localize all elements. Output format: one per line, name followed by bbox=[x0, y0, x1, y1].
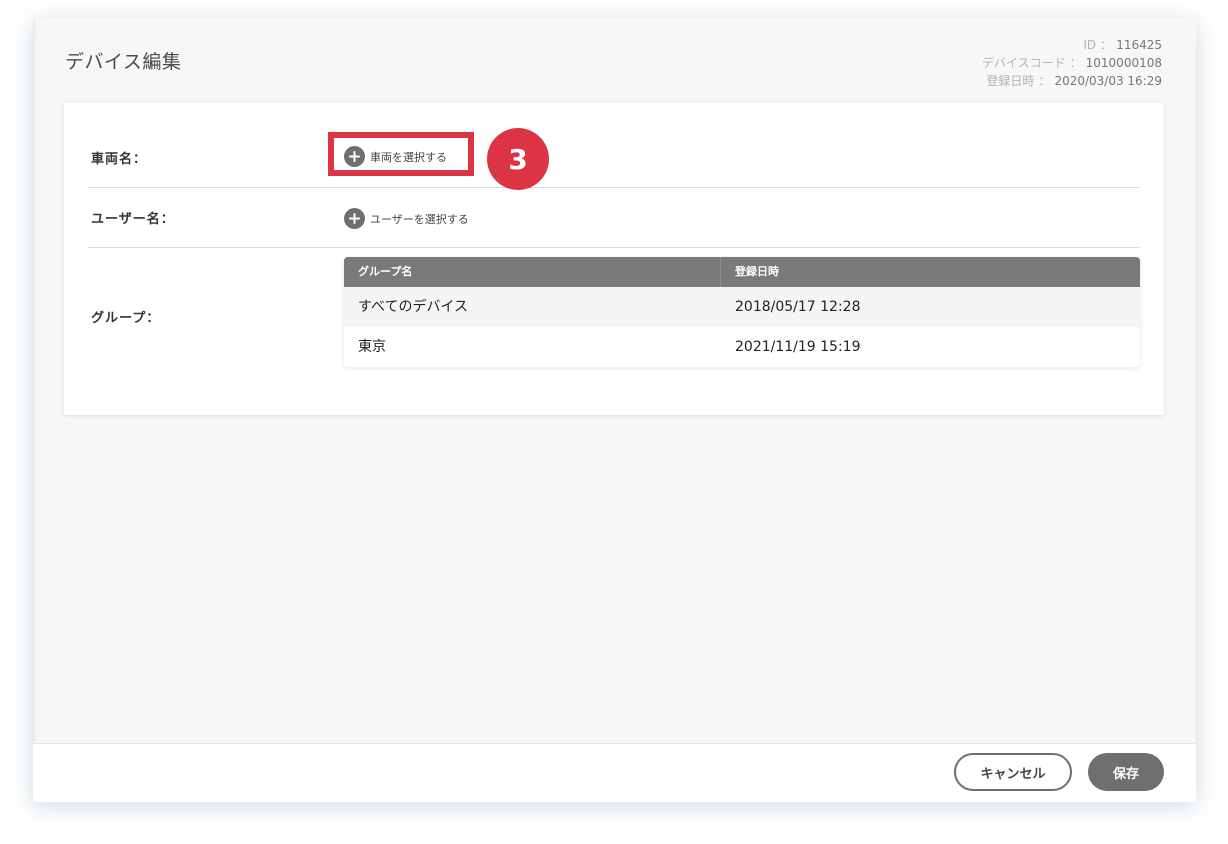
meta-device-code-sep: ： bbox=[1069, 56, 1082, 70]
group-table: グループ名 登録日時 すべてのデバイス 2018/05/17 12:28 東京 … bbox=[344, 257, 1140, 367]
plus-circle-icon bbox=[344, 146, 365, 167]
group-name-cell: 東京 bbox=[358, 339, 386, 355]
vehicle-row: 車両名： 車両を選択する 3 bbox=[88, 103, 1140, 190]
table-row[interactable]: 東京 2021/11/19 15:19 bbox=[344, 327, 1140, 367]
meta-registered-at-label: 登録日時 bbox=[986, 74, 1035, 88]
save-button[interactable]: 保存 bbox=[1088, 753, 1164, 791]
window-left-edge bbox=[33, 18, 37, 802]
meta-registered-at: 登録日時 ： 2020/03/03 16:29 bbox=[982, 72, 1162, 90]
meta-device-code-label: デバイスコード bbox=[981, 56, 1066, 70]
meta-id-value: 116425 bbox=[1116, 38, 1162, 52]
group-row: グループ： グループ名 登録日時 すべてのデバイス 2018/05/17 12:… bbox=[88, 247, 1140, 387]
cancel-button[interactable]: キャンセル bbox=[954, 753, 1072, 791]
column-header-registered-at: 登録日時 bbox=[735, 265, 779, 278]
group-label: グループ： bbox=[91, 311, 161, 326]
device-form-card: 車両名： 車両を選択する 3 ユーザー名： ユーザーを選択する グループ： グル… bbox=[64, 103, 1164, 415]
step-number-badge: 3 bbox=[487, 128, 549, 190]
plus-circle-icon bbox=[344, 208, 365, 229]
meta-registered-at-value: 2020/03/03 16:29 bbox=[1054, 74, 1162, 88]
select-vehicle-label: 車両を選択する bbox=[370, 150, 447, 164]
user-row: ユーザー名： ユーザーを選択する bbox=[88, 187, 1140, 248]
meta-id-label: ID bbox=[1083, 38, 1097, 52]
group-name-cell: すべてのデバイス bbox=[358, 299, 469, 315]
select-vehicle-button[interactable]: 車両を選択する bbox=[344, 146, 447, 167]
meta-id-sep: ： bbox=[1100, 38, 1113, 52]
page-title: デバイス編集 bbox=[65, 51, 182, 73]
table-row[interactable]: すべてのデバイス 2018/05/17 12:28 bbox=[344, 287, 1140, 327]
device-meta: ID ： 116425 デバイスコード ： 1010000108 登録日時 ： … bbox=[982, 36, 1162, 90]
registered-at-cell: 2021/11/19 15:19 bbox=[735, 339, 861, 355]
column-header-group-name: グループ名 bbox=[344, 257, 721, 287]
select-user-label: ユーザーを選択する bbox=[370, 212, 469, 226]
group-table-header: グループ名 登録日時 bbox=[344, 257, 1140, 287]
vehicle-label: 車両名： bbox=[91, 152, 148, 167]
meta-device-code: デバイスコード ： 1010000108 bbox=[982, 54, 1162, 72]
meta-registered-at-sep: ： bbox=[1038, 74, 1051, 88]
device-edit-window: デバイス編集 ID ： 116425 デバイスコード ： 1010000108 … bbox=[33, 18, 1196, 802]
user-label: ユーザー名： bbox=[91, 212, 175, 227]
footer-bar: キャンセル 保存 bbox=[33, 743, 1196, 802]
meta-id: ID ： 116425 bbox=[982, 36, 1162, 54]
registered-at-cell: 2018/05/17 12:28 bbox=[735, 299, 861, 315]
select-user-button[interactable]: ユーザーを選択する bbox=[344, 208, 469, 229]
meta-device-code-value: 1010000108 bbox=[1085, 56, 1162, 70]
